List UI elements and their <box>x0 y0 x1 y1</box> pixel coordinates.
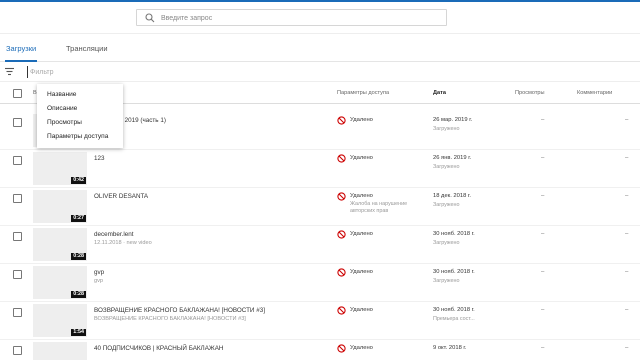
search-icon <box>145 13 155 23</box>
views-value: – <box>541 117 545 123</box>
video-thumbnail[interactable]: 1:54 <box>33 304 87 337</box>
table-row[interactable]: 0:28 december.lent 12.11.2018 · new video У… <box>0 226 640 264</box>
blocked-icon <box>337 230 346 239</box>
blocked-icon <box>337 192 346 201</box>
access-status: Удалено <box>350 307 373 313</box>
upload-date: 30 нояб. 2018 г. <box>433 231 475 237</box>
row-checkbox[interactable] <box>13 156 22 165</box>
upload-status: Загружено <box>433 202 460 208</box>
row-checkbox[interactable] <box>13 346 22 355</box>
access-status: Удалено <box>350 193 373 199</box>
access-status: Удалено <box>350 231 373 237</box>
views-value: – <box>541 307 545 313</box>
upload-status: Загружено <box>433 126 460 132</box>
views-value: – <box>541 231 545 237</box>
duration-badge: 0:28 <box>71 253 86 260</box>
menu-item-title[interactable]: Название <box>37 88 123 102</box>
video-description: 12.11.2018 · new video <box>94 240 152 246</box>
video-thumbnail[interactable] <box>33 342 87 360</box>
duration-badge: 0:27 <box>71 215 86 222</box>
upload-status: Загружено <box>433 164 460 170</box>
blocked-icon <box>337 306 346 315</box>
video-title[interactable]: gvp <box>94 269 104 276</box>
menu-item-views[interactable]: Просмотры <box>37 116 123 130</box>
upload-date: 30 нояб. 2018 г. <box>433 269 475 275</box>
comments-value: – <box>625 345 629 351</box>
upload-date: 26 янв. 2019 г. <box>433 155 472 161</box>
video-thumbnail[interactable]: 0:28 <box>33 228 87 261</box>
table-row[interactable]: 40 ПОДПИСЧИКОВ | КРАСНЫЙ БАКЛАЖАН Удалено… <box>0 340 640 360</box>
video-title[interactable]: 40 ПОДПИСЧИКОВ | КРАСНЫЙ БАКЛАЖАН <box>94 345 223 352</box>
table-row[interactable]: 0:27 OLIVER DESANTA Удалено Жалоба на наруш… <box>0 188 640 226</box>
blocked-icon <box>337 154 346 163</box>
row-checkbox[interactable] <box>13 308 22 317</box>
views-value: – <box>541 345 545 351</box>
row-checkbox[interactable] <box>13 270 22 279</box>
header-comments[interactable]: Комментарии <box>577 90 612 96</box>
access-status: Удалено <box>350 155 373 161</box>
views-value: – <box>541 193 545 199</box>
filter-icon[interactable] <box>4 66 15 77</box>
comments-value: – <box>625 155 629 161</box>
upload-status: Загружено <box>433 240 460 246</box>
upload-date: 9 окт. 2018 г. <box>433 345 467 351</box>
upload-date: 26 мар. 2019 г. <box>433 117 473 123</box>
duration-badge: 0:42 <box>71 177 86 184</box>
comments-value: – <box>625 231 629 237</box>
views-value: – <box>541 155 545 161</box>
tab-live[interactable]: Трансляции <box>66 44 108 62</box>
blocked-icon <box>337 268 346 277</box>
upload-status: Загружено <box>433 278 460 284</box>
upload-date: 18 дек. 2018 г. <box>433 193 471 199</box>
search-box[interactable] <box>136 9 447 26</box>
video-description: gvp <box>94 278 104 284</box>
top-bar <box>0 0 640 34</box>
header-access[interactable]: Параметры доступа <box>337 90 389 96</box>
row-checkbox[interactable] <box>13 118 22 127</box>
upload-date: 30 нояб. 2018 г. <box>433 307 475 313</box>
video-description: ВОЗВРАЩЕНИЕ КРАСНОГО БАКЛАЖАНА! [НОВОСТИ… <box>94 316 246 322</box>
video-thumbnail[interactable]: 0:28 <box>33 266 87 299</box>
table-row[interactable]: 1:54 ВОЗВРАЩЕНИЕ КРАСНОГО БАКЛАЖАНА! [НОВ… <box>0 302 640 340</box>
tab-uploads[interactable]: Загрузки <box>4 44 38 62</box>
blocked-icon <box>337 344 346 353</box>
table-row[interactable]: 0:28 gvp gvp Удалено 30 нояб. 2018 г. Загруже… <box>0 264 640 302</box>
filter-dropdown-menu: Название Описание Просмотры Параметры до… <box>37 84 123 148</box>
menu-item-access[interactable]: Параметры доступа <box>37 130 123 144</box>
select-all-checkbox[interactable] <box>13 89 22 98</box>
video-thumbnail[interactable]: 0:42 <box>33 152 87 185</box>
row-checkbox[interactable] <box>13 232 22 241</box>
video-title[interactable]: 123 <box>94 155 105 162</box>
table-row[interactable]: 0:42 123 Удалено 26 янв. 2019 г. Загружено – – <box>0 150 640 188</box>
video-title[interactable]: december.lent <box>94 231 134 238</box>
video-thumbnail[interactable]: 0:27 <box>33 190 87 223</box>
header-date[interactable]: Дата <box>433 90 446 96</box>
duration-badge: 0:28 <box>71 291 86 298</box>
filter-bar <box>0 62 640 82</box>
menu-item-description[interactable]: Описание <box>37 102 123 116</box>
row-checkbox[interactable] <box>13 194 22 203</box>
header-views[interactable]: Просмотры <box>515 90 545 96</box>
video-title[interactable]: ВОЗВРАЩЕНИЕ КРАСНОГО БАКЛАЖАНА! [НОВОСТИ… <box>94 307 265 314</box>
access-status: Удалено <box>350 269 373 275</box>
comments-value: – <box>625 193 629 199</box>
comments-value: – <box>625 117 629 123</box>
views-value: – <box>541 269 545 275</box>
access-reason: Жалоба на нарушение авторских прав <box>350 201 408 214</box>
comments-value: – <box>625 307 629 313</box>
accent-strip <box>0 0 640 2</box>
tab-bar: Загрузки Трансляции <box>0 38 640 62</box>
filter-input[interactable] <box>27 66 227 78</box>
comments-value: – <box>625 269 629 275</box>
access-status: Удалено <box>350 117 373 123</box>
blocked-icon <box>337 116 346 125</box>
access-status: Удалено <box>350 345 373 351</box>
search-input[interactable] <box>161 11 441 25</box>
video-title[interactable]: OLIVER DESANTA <box>94 193 148 200</box>
upload-status: Премьера сост... <box>433 316 475 322</box>
duration-badge: 1:54 <box>71 329 86 336</box>
